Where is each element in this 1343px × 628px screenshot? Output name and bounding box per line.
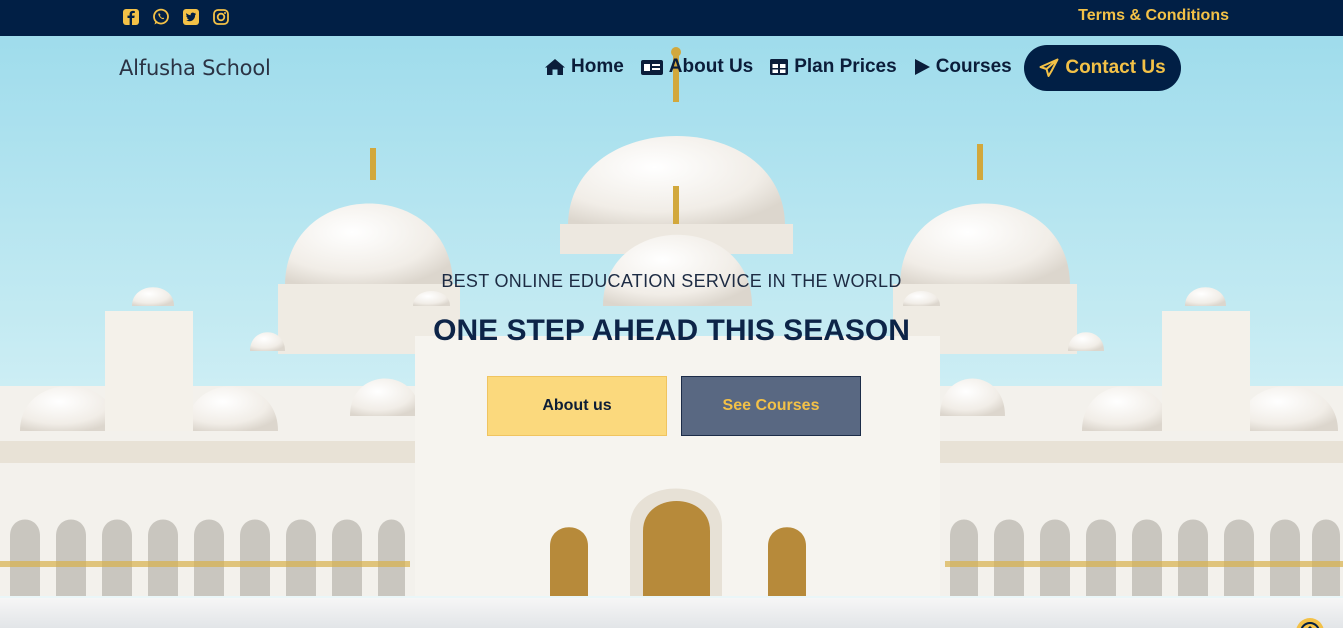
hero-headline: ONE STEP AHEAD THIS SEASON [433,314,910,347]
nav-about-us-label: About Us [668,56,754,77]
play-icon [914,59,930,75]
table-icon [770,59,789,75]
twitter-icon[interactable] [182,8,200,26]
nav-about-us[interactable]: About Us [640,56,753,78]
contact-us-button[interactable]: Contact Us [1024,45,1181,91]
top-bar: Terms & Conditions [0,0,1343,36]
see-courses-button[interactable]: See Courses [681,376,861,436]
nav-plan-prices[interactable]: Plan Prices [769,56,897,78]
id-card-icon [640,60,663,75]
home-icon [545,59,565,75]
arrow-up-icon [1300,622,1320,628]
instagram-icon[interactable] [212,8,230,26]
nav-home-label: Home [571,56,624,77]
paper-plane-icon [1039,58,1059,77]
about-us-button[interactable]: About us [487,376,667,436]
contact-us-label: Contact Us [1065,57,1166,78]
whatsapp-icon[interactable] [152,8,170,26]
hero-tagline: BEST ONLINE EDUCATION SERVICE IN THE WOR… [441,271,902,291]
facebook-icon[interactable] [122,8,140,26]
nav-courses-label: Courses [935,56,1012,77]
brand-logo-text[interactable]: Alfusha School [119,56,271,80]
nav-home[interactable]: Home [544,56,624,78]
nav-courses[interactable]: Courses [913,56,1012,78]
nav-plan-prices-label: Plan Prices [794,56,897,77]
terms-link[interactable]: Terms & Conditions [1078,7,1229,25]
main-nav: Home About Us Plan Prices Courses [544,56,1028,78]
social-links [122,8,230,26]
